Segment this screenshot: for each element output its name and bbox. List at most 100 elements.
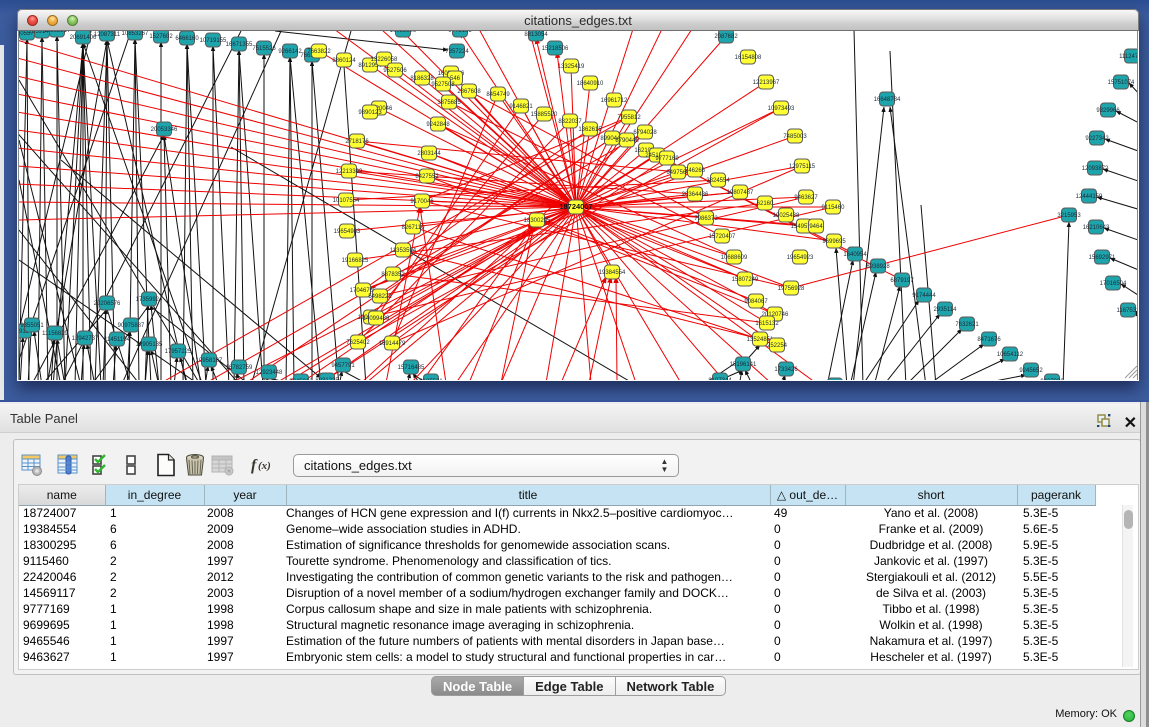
svg-text:10719155: 10719155 <box>200 38 227 44</box>
svg-text:17359924: 17359924 <box>136 297 163 303</box>
svg-text:17957225: 17957225 <box>165 349 192 355</box>
svg-text:19654983: 19654983 <box>334 229 361 235</box>
svg-text:1362615: 1362615 <box>578 127 602 133</box>
svg-text:9527508: 9527508 <box>431 82 455 88</box>
svg-text:15196141: 15196141 <box>730 362 757 368</box>
svg-text:15751074: 15751074 <box>1108 80 1135 86</box>
svg-text:19756928: 19756928 <box>778 286 805 292</box>
svg-text:9170046: 9170046 <box>410 199 434 205</box>
svg-text:9472185: 9472185 <box>448 31 472 34</box>
svg-text:17016504: 17016504 <box>1100 281 1127 287</box>
svg-text:11451194: 11451194 <box>104 337 130 343</box>
svg-text:8938928: 8938928 <box>866 264 890 270</box>
svg-text:2718176: 2718176 <box>345 139 369 145</box>
svg-text:12905135: 12905135 <box>136 342 163 348</box>
svg-text:19654923: 19654923 <box>787 255 814 261</box>
svg-text:6794028: 6794028 <box>633 130 657 136</box>
svg-text:11156829: 11156829 <box>42 331 68 337</box>
svg-text:10807487: 10807487 <box>727 190 754 196</box>
svg-text:9135501: 9135501 <box>419 379 443 380</box>
svg-text:10853267: 10853267 <box>122 31 149 37</box>
svg-text:16782759: 16782759 <box>226 365 253 371</box>
svg-text:9464: 9464 <box>809 224 823 230</box>
svg-text:9084067: 9084067 <box>744 299 768 305</box>
svg-text:15885520: 15885520 <box>531 112 558 118</box>
svg-text:8267110: 8267110 <box>402 225 426 231</box>
svg-text:11124713: 11124713 <box>1119 54 1138 60</box>
svg-text:1640954: 1640954 <box>843 252 867 258</box>
svg-text:13325419: 13325419 <box>558 64 585 70</box>
svg-text:f: f <box>251 457 258 474</box>
svg-text:19166825: 19166825 <box>342 258 369 264</box>
svg-text:7515526: 7515526 <box>252 46 276 52</box>
svg-text:3824554: 3824554 <box>706 178 730 184</box>
svg-text:9227342: 9227342 <box>1085 136 1109 142</box>
svg-text:9266142: 9266142 <box>278 49 302 55</box>
svg-text:8107344: 8107344 <box>708 378 732 380</box>
svg-text:15692971: 15692971 <box>1089 255 1116 261</box>
svg-text:9527506: 9527506 <box>383 68 407 74</box>
svg-text:2867608: 2867608 <box>457 89 481 95</box>
svg-text:15716485: 15716485 <box>398 365 425 371</box>
svg-text:7663822: 7663822 <box>307 49 331 55</box>
svg-text:(x): (x) <box>258 460 271 472</box>
svg-text:10107554: 10107554 <box>333 198 360 204</box>
svg-text:90975887: 90975887 <box>118 323 145 329</box>
svg-text:1615132: 1615132 <box>755 321 779 327</box>
svg-text:7632621: 7632621 <box>955 322 979 328</box>
svg-text:20053346: 20053346 <box>151 127 178 133</box>
svg-text:9329966: 9329966 <box>1096 108 1120 114</box>
svg-text:9890123: 9890123 <box>358 110 382 116</box>
svg-text:13226058: 13226058 <box>371 57 398 63</box>
svg-text:18262217: 18262217 <box>44 31 71 34</box>
svg-text:8878352: 8878352 <box>381 272 405 278</box>
svg-text:9427008: 9427008 <box>1040 379 1064 380</box>
svg-text:15218506: 15218506 <box>542 46 569 52</box>
svg-text:9355051: 9355051 <box>20 323 44 329</box>
svg-text:6466160: 6466160 <box>175 36 199 42</box>
svg-text:7986372: 7986372 <box>694 216 718 222</box>
svg-text:12975115: 12975115 <box>789 164 816 170</box>
svg-text:2087682: 2087682 <box>714 34 738 40</box>
svg-text:2803144: 2803144 <box>417 151 441 157</box>
svg-text:5498222: 5498222 <box>368 294 392 300</box>
svg-text:9242848: 9242848 <box>426 122 450 128</box>
svg-text:20364436: 20364436 <box>682 192 709 198</box>
svg-text:7625402: 7625402 <box>346 340 370 346</box>
svg-text:18724007: 18724007 <box>559 202 592 211</box>
svg-text:8322037: 8322037 <box>558 119 582 125</box>
svg-text:9463627: 9463627 <box>794 195 818 201</box>
svg-text:8454749: 8454749 <box>486 92 510 98</box>
svg-text:12093872: 12093872 <box>1082 166 1109 172</box>
svg-text:12444159: 12444159 <box>1076 194 1103 200</box>
svg-text:10688609: 10688609 <box>721 255 748 261</box>
svg-text:12213369: 12213369 <box>336 169 363 175</box>
svg-text:1167533: 1167533 <box>1117 308 1138 314</box>
svg-text:16033809: 16033809 <box>390 31 417 34</box>
svg-text:10654112: 10654112 <box>997 352 1024 358</box>
svg-text:9245012: 9245012 <box>289 379 313 380</box>
svg-text:11353594: 11353594 <box>390 248 417 254</box>
svg-text:15807249: 15807249 <box>732 277 759 283</box>
svg-text:16671355: 16671355 <box>226 42 253 48</box>
svg-text:7485003: 7485003 <box>783 134 807 140</box>
svg-text:16961712: 16961712 <box>601 98 628 104</box>
svg-text:16154808: 16154808 <box>735 55 762 61</box>
svg-text:15720407: 15720407 <box>709 234 736 240</box>
svg-text:7357224: 7357224 <box>445 49 469 55</box>
svg-text:12087311: 12087311 <box>94 32 121 38</box>
svg-text:1733426: 1733426 <box>774 367 798 373</box>
svg-text:8427552: 8427552 <box>415 174 439 180</box>
svg-text:2935114: 2935114 <box>934 307 958 313</box>
svg-text:8471676: 8471676 <box>977 337 1001 343</box>
svg-text:9457791: 9457791 <box>331 363 355 369</box>
svg-text:252254: 252254 <box>767 343 788 349</box>
svg-text:8931225: 8931225 <box>315 378 339 380</box>
svg-text:9777169: 9777169 <box>655 156 679 162</box>
svg-text:746266: 746266 <box>685 168 706 174</box>
svg-text:8813054: 8813054 <box>524 32 548 38</box>
svg-text:9146821: 9146821 <box>509 104 533 110</box>
svg-text:8790448: 8790448 <box>615 138 639 144</box>
svg-text:12213967: 12213967 <box>753 80 780 86</box>
svg-text:18300295: 18300295 <box>524 218 551 224</box>
